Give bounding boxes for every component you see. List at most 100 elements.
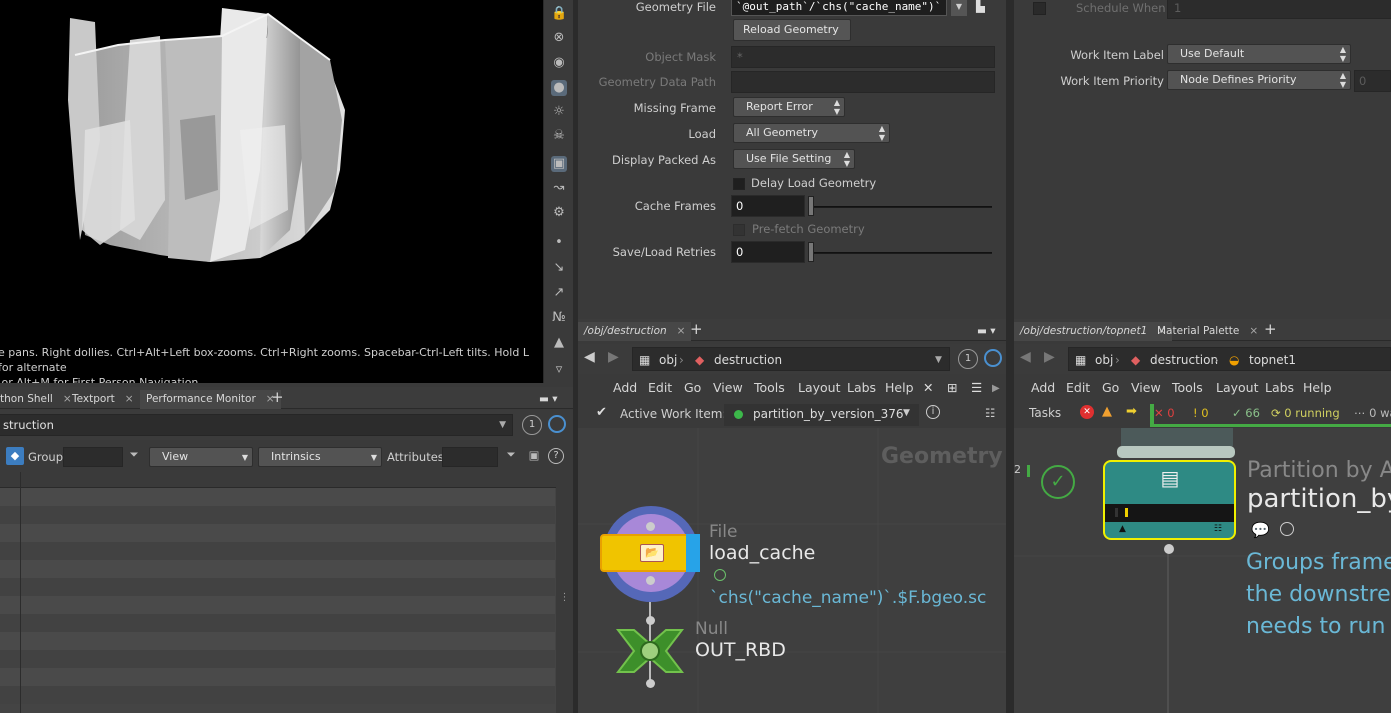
input-port[interactable] [646,522,655,531]
pane-menu-icon[interactable]: ▬ ▾ [533,390,564,409]
crumb-obj[interactable]: obj [1095,348,1113,372]
cancel-icon[interactable]: ✕ [1080,405,1094,419]
menu-tools[interactable]: Tools [754,380,785,395]
chevron-down-icon[interactable]: ▼ [903,408,910,418]
cache-frames-field[interactable]: 0 [731,195,805,217]
priority-number-field[interactable]: 0 [1354,70,1391,92]
node1-name[interactable]: load_cache [709,542,815,564]
forward-arrow-icon[interactable]: ▶ [608,349,619,365]
info-icon[interactable]: i [926,405,940,419]
add-tab-icon[interactable]: + [1258,322,1283,341]
null-node[interactable] [614,626,686,676]
completed-check-icon[interactable]: ✓ [1041,465,1075,499]
active-work-item-field[interactable]: partition_by_version_376 [724,404,919,426]
upstream-node[interactable] [1121,428,1233,446]
menu-view[interactable]: View [713,380,743,395]
menu-edit[interactable]: Edit [1066,380,1090,395]
menu-labs[interactable]: Labs [847,380,876,395]
wrench-icon[interactable]: ✕ [923,380,933,395]
menu-help[interactable]: Help [885,380,914,395]
pin-badge[interactable]: 1 [958,349,978,369]
crumb-destruction[interactable]: destruction [1150,348,1218,372]
output-port[interactable] [646,576,655,585]
slider-handle[interactable] [808,242,814,262]
object-mask-field[interactable]: * [731,46,995,68]
chevron-down-icon[interactable]: ▼ [935,348,942,372]
path-field[interactable]: struction ▼ [0,414,513,436]
filter-icon[interactable]: ⏷ [502,447,520,467]
node2-name[interactable]: OUT_RBD [695,639,786,661]
close-icon[interactable]: × [125,393,134,405]
normal-icon[interactable]: ↗ [551,285,567,301]
attributes-field[interactable] [442,447,498,467]
file-chooser-icon[interactable]: ▙ [976,0,990,15]
retries-field[interactable]: 0 [731,241,805,263]
geometry-file-field[interactable]: `@out_path`/`chs("cache_name")` [731,0,947,16]
work-item-label-dropdown[interactable]: Use Default ▲ ▼ [1167,44,1351,64]
tab-topnet1[interactable]: /obj/destruction/topnet1 × [1014,322,1173,341]
file-node[interactable]: 📂 [600,534,700,572]
slider-handle[interactable] [808,196,814,216]
menu-add[interactable]: Add [1031,380,1055,395]
more-icon[interactable]: ▶ [992,383,1000,394]
list-icon[interactable]: ☰ [971,380,982,395]
reload-geometry-button[interactable]: Reload Geometry [733,19,851,41]
geometry-data-path-field[interactable] [731,71,995,93]
schedule-when-field[interactable]: 1 [1167,0,1391,19]
chevron-down-icon[interactable]: ▼ [951,0,967,16]
intrinsics-dropdown[interactable]: Intrinsics ▼ [258,447,382,467]
menu-layout[interactable]: Layout [798,380,841,395]
output-port[interactable] [646,679,655,688]
check-icon[interactable]: ✔ [596,405,607,420]
crumb-obj[interactable]: obj [659,348,677,372]
spreadsheet-table[interactable] [0,472,556,713]
tab-performance-monitor[interactable]: Performance Monitor × [140,390,281,409]
expand-icon[interactable]: ▿ [551,362,567,378]
partition-node[interactable]: ▤ ▲ ☷ [1103,460,1236,540]
right-network-editor[interactable]: 2 ✓ ▤ ▲ ☷ Partition by A partition_by 💬 … [1014,428,1391,713]
menu-tools[interactable]: Tools [1172,380,1203,395]
path-bar[interactable]: ▦ obj › ◆ destruction › ◒ topnet1 [1068,347,1391,371]
display-flag[interactable] [686,534,700,572]
display-packed-dropdown[interactable]: Use File Setting ▲ ▼ [733,149,855,169]
back-arrow-icon[interactable]: ◀ [584,349,595,365]
missing-frame-dropdown[interactable]: Report Error ▲ ▼ [733,97,845,117]
pane-splitter[interactable] [1006,0,1014,713]
prefetch-checkbox[interactable] [733,224,745,236]
menu-go[interactable]: Go [684,380,701,395]
cache-frames-slider[interactable] [810,206,992,208]
filter-icon[interactable]: ⏷ [124,447,144,467]
output-port[interactable] [1164,544,1174,554]
add-tab-icon[interactable]: + [265,390,290,409]
pin-icon[interactable]: ▣ [526,448,542,464]
crumb-topnet[interactable]: topnet1 [1249,348,1296,372]
forward-arrow-icon[interactable]: ▶ [1044,349,1055,365]
menu-help[interactable]: Help [1303,380,1332,395]
edge-icon[interactable]: ↘ [551,260,567,276]
crumb-destruction[interactable]: destruction [714,348,782,372]
input-port[interactable] [646,616,655,625]
add-tab-icon[interactable]: + [684,322,709,341]
help-icon[interactable]: ? [548,448,564,464]
menu-go[interactable]: Go [1102,380,1119,395]
guide-icon[interactable]: ▲ [551,335,567,351]
path-bar[interactable]: ▦ obj › ◆ destruction ▼ [632,347,950,371]
cook-output-icon[interactable]: ➡ [1126,404,1137,419]
pane-menu-icon[interactable]: ▬ ▾ [971,322,1002,341]
snap-icon[interactable]: ↝ [551,180,567,196]
delay-load-checkbox[interactable] [733,178,745,190]
tab-textport[interactable]: Textport × [66,390,140,409]
number-icon[interactable]: № [551,310,567,326]
load-dropdown[interactable]: All Geometry ▲ ▼ [733,123,890,143]
tab-material-palette[interactable]: Material Palette × [1151,322,1264,341]
cancel-icon[interactable]: ⊗ [551,30,567,46]
table-icon[interactable]: ☷ [985,406,995,420]
menu-view[interactable]: View [1131,380,1161,395]
menu-layout[interactable]: Layout [1216,380,1259,395]
attribute-class-icon[interactable]: ◆ [6,447,24,465]
menu-labs[interactable]: Labs [1265,380,1294,395]
retries-slider[interactable] [810,252,992,254]
group-field[interactable] [63,447,123,467]
link-icon[interactable] [548,415,566,433]
back-arrow-icon[interactable]: ◀ [1020,349,1031,365]
